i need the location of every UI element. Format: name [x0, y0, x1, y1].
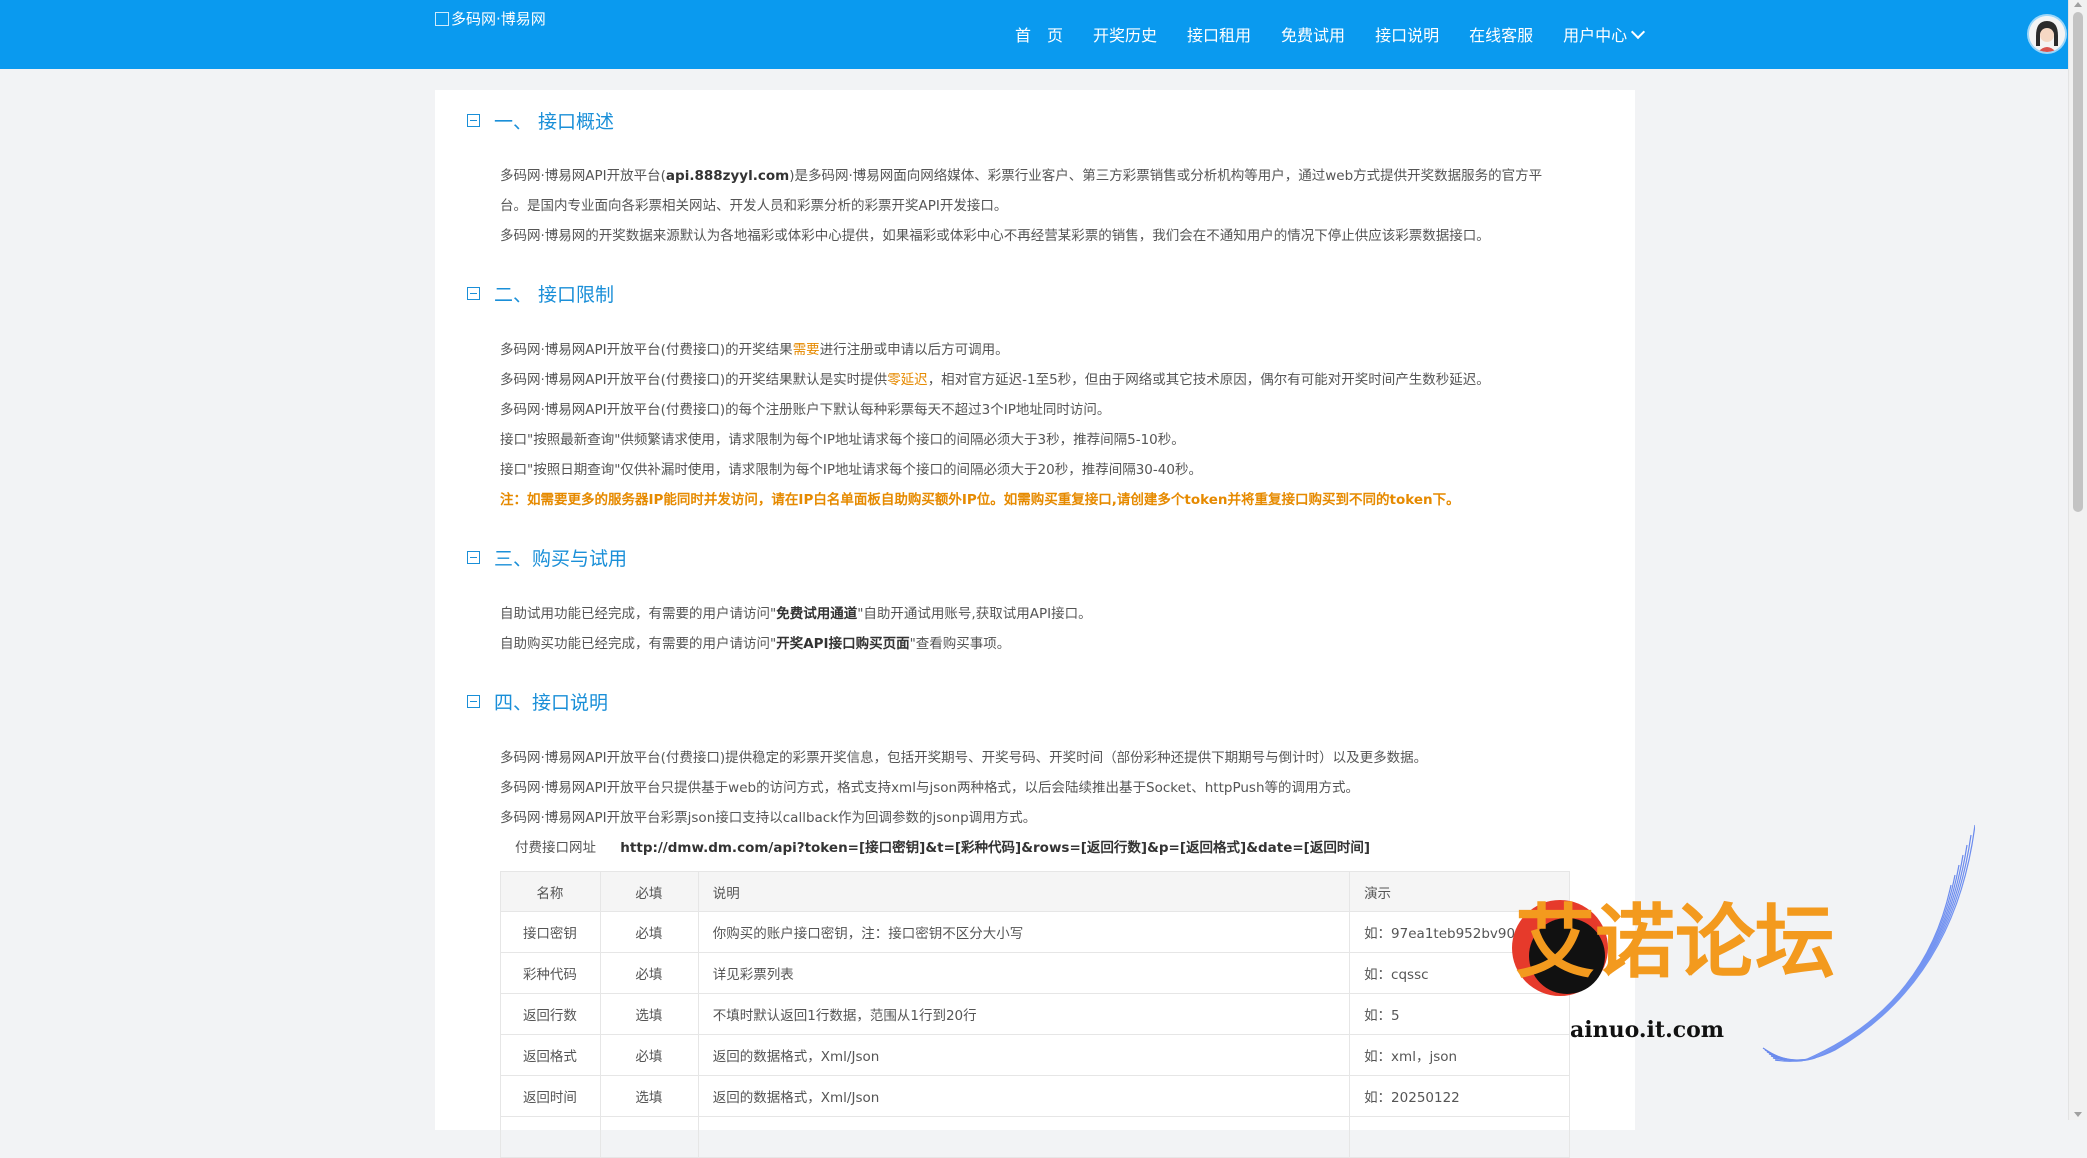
nav-history[interactable]: 开奖历史	[1093, 22, 1157, 46]
user-avatar-icon	[2029, 16, 2065, 52]
paragraph: 自助购买功能已经完成，有需要的用户请访问"开奖API接口购买页面"查看购买事项。	[500, 636, 1011, 652]
paragraph: 自助试用功能已经完成，有需要的用户请访问"免费试用通道"自助开通试用账号,获取试…	[500, 606, 1092, 622]
nav-label: 接口说明	[1375, 26, 1440, 45]
table-row: 彩种代码 必填 详见彩票列表 如：cqssc	[500, 952, 1570, 994]
paragraph: 接口"按照日期查询"仅供补漏时使用，请求限制为每个IP地址请求每个接口的间隔必须…	[500, 462, 1202, 478]
table-cell: 必填	[599, 1034, 699, 1076]
section-title-text: 一、 接口概述	[494, 111, 615, 133]
site-domain: api.888zyyl.com	[665, 168, 790, 184]
table-cell: 必填	[599, 952, 699, 994]
paragraph: 多码网·博易网的开奖数据来源默认为各地福彩或体彩中心提供，如果福彩或体彩中心不再…	[500, 228, 1490, 244]
watermark-domain: ainuo.it.com	[1570, 1017, 1724, 1043]
main-nav: 首 页 开奖历史 接口租用 免费试用 接口说明 在线客服 用户中心	[1015, 22, 1673, 46]
paragraph: 多码网·博易网API开放平台只提供基于web的访问方式，格式支持xml与json…	[500, 780, 1360, 796]
nav-home[interactable]: 首 页	[1015, 22, 1063, 46]
site-logo[interactable]: 多码网·博易网	[435, 8, 546, 29]
nav-user-center[interactable]: 用户中心	[1563, 22, 1646, 46]
table-cell: 选填	[599, 993, 699, 1035]
table-cell	[500, 1116, 601, 1158]
table-cell: 如：20250122	[1349, 1075, 1570, 1117]
table-cell: 详见彩票列表	[697, 952, 1351, 994]
section-title-purchase[interactable]: 三、购买与试用	[467, 544, 627, 571]
nav-label: 开奖历史	[1093, 26, 1158, 45]
content-panel: 一、 接口概述 多码网·博易网API开放平台(api.888zyyl.com)是…	[435, 90, 1635, 1158]
table-cell: 返回的数据格式，Xml/Json	[697, 1034, 1351, 1076]
collapse-icon[interactable]	[467, 551, 480, 564]
table-cell	[599, 1116, 699, 1158]
table-row: 返回格式 必填 返回的数据格式，Xml/Json 如：xml，json	[500, 1034, 1570, 1076]
nav-label: 接口租用	[1187, 26, 1252, 45]
paragraph: 多码网·博易网API开放平台(付费接口)提供稳定的彩票开奖信息，包括开奖期号、开…	[500, 750, 1428, 766]
table-row	[500, 1116, 1570, 1158]
scroll-up-icon[interactable]	[2074, 2, 2082, 7]
scrollbar-thumb[interactable]	[2073, 12, 2083, 512]
table-cell: 返回的数据格式，Xml/Json	[697, 1075, 1351, 1117]
table-cell: 接口密钥	[500, 911, 601, 953]
table-row: 接口密钥 必填 你购买的账户接口密钥，注：接口密钥不区分大小写 如：97ea1t…	[500, 911, 1570, 953]
table-cell	[697, 1116, 1351, 1158]
column-header: 必填	[599, 871, 699, 912]
section-title-limits[interactable]: 二、 接口限制	[467, 280, 614, 307]
scroll-down-icon[interactable]	[2074, 1112, 2082, 1117]
watermark-text: 艾诺论坛	[1515, 896, 1835, 989]
free-trial-link[interactable]: 免费试用通道	[776, 606, 857, 622]
section-title-api[interactable]: 四、接口说明	[467, 688, 608, 715]
nav-label: 免费试用	[1281, 26, 1346, 45]
paragraph: 台。是国内专业面向各彩票相关网站、开发人员和彩票分析的彩票开奖API开发接口。	[500, 198, 1008, 214]
collapse-icon[interactable]	[467, 287, 480, 300]
nav-support[interactable]: 在线客服	[1469, 22, 1533, 46]
chevron-down-icon	[1631, 24, 1646, 39]
column-header: 说明	[697, 871, 1351, 912]
table-cell: 返回时间	[500, 1075, 601, 1117]
table-cell: 返回格式	[500, 1034, 601, 1076]
broken-image-icon	[435, 11, 449, 26]
purchase-page-link[interactable]: 开奖API接口购买页面	[776, 636, 909, 652]
section-title-text: 二、 接口限制	[494, 284, 615, 306]
paragraph: 多码网·博易网API开放平台(api.888zyyl.com)是多码网·博易网面…	[500, 168, 1543, 184]
note-text: 注：如需要更多的服务器IP能同时并发访问，请在IP白名单面板自助购买额外IP位。…	[500, 492, 1460, 508]
avatar[interactable]	[2029, 16, 2065, 52]
table-cell: 不填时默认返回1行数据，范围从1行到20行	[697, 993, 1351, 1035]
paragraph: 多码网·博易网API开放平台(付费接口)的开奖结果默认是实时提供零延迟，相对官方…	[500, 372, 1490, 388]
column-header: 名称	[500, 871, 601, 912]
nav-docs[interactable]: 接口说明	[1375, 22, 1439, 46]
table-cell: 彩种代码	[500, 952, 601, 994]
top-header: 多码网·博易网 首 页 开奖历史 接口租用 免费试用 接口说明 在线客服 用户中…	[0, 0, 2068, 69]
section-title-overview[interactable]: 一、 接口概述	[467, 107, 614, 134]
paragraph: 多码网·博易网API开放平台(付费接口)的开奖结果需要进行注册或申请以后方可调用…	[500, 342, 1009, 358]
nav-label: 在线客服	[1469, 26, 1534, 45]
logo-alt-text: 多码网·博易网	[451, 10, 546, 28]
table-cell: 必填	[599, 911, 699, 953]
table-cell: 你购买的账户接口密钥，注：接口密钥不区分大小写	[697, 911, 1351, 953]
collapse-icon[interactable]	[467, 114, 480, 127]
watermark-logo: 艾诺论坛 ainuo.it.com	[1512, 824, 1975, 1062]
table-row: 返回时间 选填 返回的数据格式，Xml/Json 如：20250122	[500, 1075, 1570, 1117]
table-header-row: 名称 必填 说明 演示	[500, 871, 1570, 912]
page-scrollbar[interactable]	[2068, 0, 2087, 1120]
nav-rent[interactable]: 接口租用	[1187, 22, 1251, 46]
paragraph: 接口"按照最新查询"供频繁请求使用，请求限制为每个IP地址请求每个接口的间隔必须…	[500, 432, 1185, 448]
table-cell: 返回行数	[500, 993, 601, 1035]
table-cell: 选填	[599, 1075, 699, 1117]
collapse-icon[interactable]	[467, 695, 480, 708]
table-row: 返回行数 选填 不填时默认返回1行数据，范围从1行到20行 如：5	[500, 993, 1570, 1035]
nav-label: 用户中心	[1563, 26, 1628, 45]
api-url-label: 付费接口网址	[515, 840, 596, 856]
nav-label: 首 页	[1015, 26, 1064, 45]
section-title-text: 三、购买与试用	[494, 548, 628, 570]
paragraph: 多码网·博易网API开放平台(付费接口)的每个注册账户下默认每种彩票每天不超过3…	[500, 402, 1111, 418]
params-table: 名称 必填 说明 演示 接口密钥 必填 你购买的账户接口密钥，注：接口密钥不区分…	[500, 871, 1570, 1158]
table-cell	[1349, 1116, 1570, 1158]
paragraph: 多码网·博易网API开放平台彩票json接口支持以callback作为回调参数的…	[500, 810, 1037, 826]
nav-trial[interactable]: 免费试用	[1281, 22, 1345, 46]
section-title-text: 四、接口说明	[494, 692, 609, 714]
api-url-line: 付费接口网址 http://dmw.dm.com/api?token=[接口密钥…	[515, 840, 1371, 856]
